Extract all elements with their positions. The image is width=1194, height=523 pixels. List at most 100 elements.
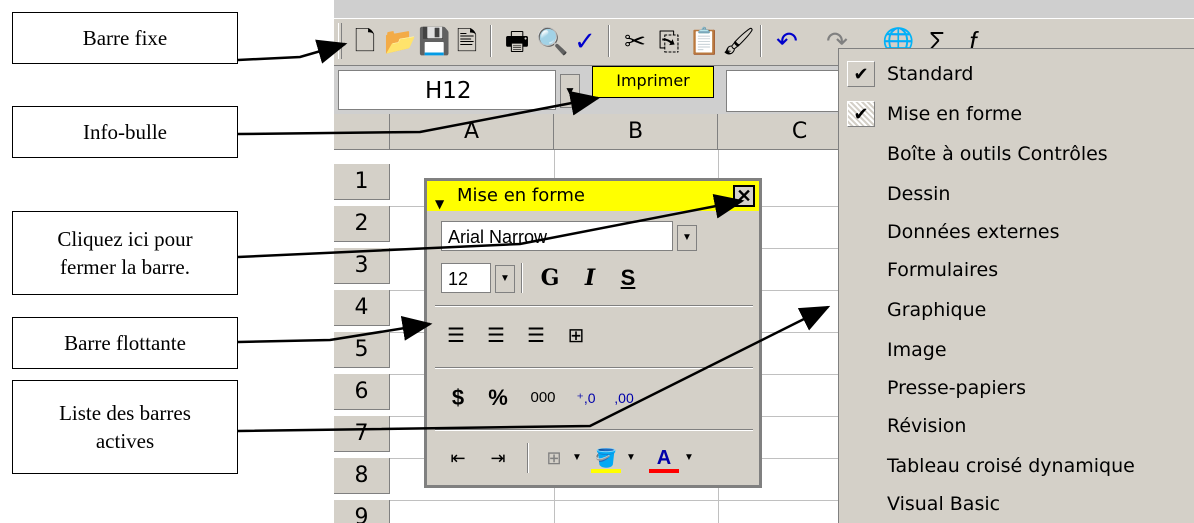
menu-item-graphique[interactable]: Graphique	[839, 291, 1194, 329]
font-name-field[interactable]: Arial Narrow	[441, 221, 673, 251]
underline-button[interactable]: S	[613, 263, 643, 293]
row-header-2[interactable]: 2	[334, 206, 390, 242]
row-header-3[interactable]: 3	[334, 248, 390, 284]
floating-toolbar-title[interactable]: ▼ Mise en forme	[427, 181, 759, 211]
menu-item-visual-basic[interactable]: Visual Basic	[839, 485, 1194, 523]
callout-liste-line1: Liste des barres	[59, 401, 191, 425]
row-header-8[interactable]: 8	[334, 458, 390, 494]
menu-item-boite-outils[interactable]: Boîte à outils Contrôles	[839, 135, 1194, 173]
font-color-dropdown-icon[interactable]: ▼	[681, 443, 697, 473]
callout-barre-fixe-text: Barre fixe	[82, 26, 168, 50]
toolbar-separator	[527, 443, 529, 473]
bold-button[interactable]: G	[535, 263, 565, 293]
align-center-icon[interactable]: ☰	[481, 321, 511, 351]
toolbar-grip[interactable]	[338, 23, 342, 59]
toolbar-row-separator	[435, 305, 753, 307]
menu-item-label: Visual Basic	[887, 493, 1001, 515]
toolbar-separator	[521, 263, 523, 293]
new-icon[interactable]: 🗋	[350, 25, 380, 57]
toolbar-options-arrow-icon[interactable]: ▼	[435, 189, 444, 219]
callout-cliquez-line2: fermer la barre.	[60, 255, 190, 279]
fill-color-icon[interactable]: 🪣	[591, 443, 621, 473]
italic-button[interactable]: I	[575, 263, 605, 293]
menu-item-label: Presse-papiers	[887, 377, 1026, 399]
row-header-5[interactable]: 5	[334, 332, 390, 368]
column-header-b[interactable]: B	[554, 114, 718, 150]
increase-indent-icon[interactable]: ⇥	[483, 443, 513, 473]
borders-dropdown-icon[interactable]: ▼	[569, 443, 585, 473]
copy-icon[interactable]: ⎘	[654, 25, 684, 57]
font-size-dropdown[interactable]: ▼	[495, 265, 515, 293]
spelling-icon[interactable]: ✓	[570, 25, 600, 57]
callout-barre-flottante-text: Barre flottante	[64, 331, 186, 355]
print-preview-icon[interactable]: 🔍	[536, 25, 568, 57]
menu-item-revision[interactable]: Révision	[839, 407, 1194, 445]
borders-icon[interactable]: ⊞	[539, 443, 569, 473]
menu-item-donnees-externes[interactable]: Données externes	[839, 213, 1194, 251]
callout-barre-flottante: Barre flottante	[12, 317, 238, 369]
thousands-button[interactable]: 000	[523, 383, 563, 413]
menu-item-presse-papiers[interactable]: Presse-papiers	[839, 369, 1194, 407]
percent-button[interactable]: %	[483, 383, 513, 413]
arrow-barre-fixe	[237, 39, 348, 64]
toolbar-row-separator	[435, 429, 753, 431]
menu-item-label: Image	[887, 339, 947, 361]
menu-item-standard[interactable]: ✔ Standard	[839, 55, 1194, 93]
menu-item-label: Mise en forme	[887, 103, 1023, 125]
menu-item-label: Données externes	[887, 221, 1060, 243]
floating-toolbar-title-text: Mise en forme	[457, 185, 585, 206]
font-name-dropdown[interactable]: ▼	[677, 225, 697, 251]
menu-item-label: Dessin	[887, 183, 951, 205]
callout-cliquez: Cliquez ici pour fermer la barre.	[12, 211, 238, 295]
merge-center-icon[interactable]: ⊞	[561, 321, 591, 351]
menu-item-mise-en-forme[interactable]: ✔ Mise en forme	[839, 95, 1194, 133]
row-header-1[interactable]: 1	[334, 164, 390, 200]
callout-liste-barres: Liste des barres actives	[12, 380, 238, 474]
increase-decimal-button[interactable]: ⁺,0	[569, 383, 603, 413]
callout-info-bulle: Info-bulle	[12, 106, 238, 158]
menu-item-label: Formulaires	[887, 259, 999, 281]
permission-icon[interactable]: 🖹	[452, 25, 482, 57]
excel-window: 🗋 📂 💾 🖹 🖶 🔍 ✓ ✂ ⎘ 📋 🖌 ↶ ↷ 🌐 Σ f H12 ▼ Im…	[334, 0, 1194, 523]
undo-icon[interactable]: ↶	[772, 25, 802, 57]
callout-barre-fixe: Barre fixe	[12, 12, 238, 64]
column-header-a[interactable]: A	[390, 114, 554, 150]
print-icon[interactable]: 🖶	[502, 25, 532, 57]
align-left-icon[interactable]: ☰	[441, 321, 471, 351]
name-box[interactable]: H12	[338, 70, 556, 110]
open-icon[interactable]: 📂	[384, 25, 416, 57]
currency-button[interactable]: $	[443, 383, 473, 413]
save-icon[interactable]: 💾	[418, 25, 450, 57]
menu-item-tableau-croise[interactable]: Tableau croisé dynamique	[839, 447, 1194, 485]
select-all-corner[interactable]	[334, 114, 390, 150]
close-toolbar-button[interactable]: ✕	[733, 185, 755, 207]
fill-color-dropdown-icon[interactable]: ▼	[623, 443, 639, 473]
row-header-7[interactable]: 7	[334, 416, 390, 452]
decrease-decimal-button[interactable]: ,00	[607, 383, 641, 413]
paste-icon[interactable]: 📋	[688, 25, 720, 57]
toolbar-separator	[490, 25, 492, 57]
check-icon: ✔	[847, 61, 875, 87]
format-painter-icon[interactable]: 🖌	[722, 25, 755, 57]
name-box-dropdown[interactable]: ▼	[560, 74, 580, 108]
menu-item-formulaires[interactable]: Formulaires	[839, 251, 1194, 289]
menu-item-image[interactable]: Image	[839, 331, 1194, 369]
font-size-field[interactable]: 12	[441, 263, 491, 293]
check-icon: ✔	[847, 101, 875, 127]
menu-item-label: Boîte à outils Contrôles	[887, 143, 1108, 165]
row-header-6[interactable]: 6	[334, 374, 390, 410]
font-color-icon[interactable]: A	[649, 443, 679, 473]
menu-item-label: Tableau croisé dynamique	[887, 455, 1135, 477]
callout-info-bulle-text: Info-bulle	[83, 120, 167, 144]
menu-item-dessin[interactable]: Dessin	[839, 175, 1194, 213]
toolbar-separator	[760, 25, 762, 57]
callout-liste-line2: actives	[95, 429, 155, 453]
formula-bar[interactable]	[726, 70, 848, 112]
row-header-4[interactable]: 4	[334, 290, 390, 326]
cut-icon[interactable]: ✂	[620, 25, 650, 57]
row-header-9[interactable]: 9	[334, 500, 390, 523]
menu-item-label: Graphique	[887, 299, 987, 321]
floating-toolbar-mise-en-forme[interactable]: ▼ Mise en forme ✕ Arial Narrow ▼ 12 ▼ G …	[424, 178, 762, 488]
align-right-icon[interactable]: ☰	[521, 321, 551, 351]
decrease-indent-icon[interactable]: ⇤	[443, 443, 473, 473]
